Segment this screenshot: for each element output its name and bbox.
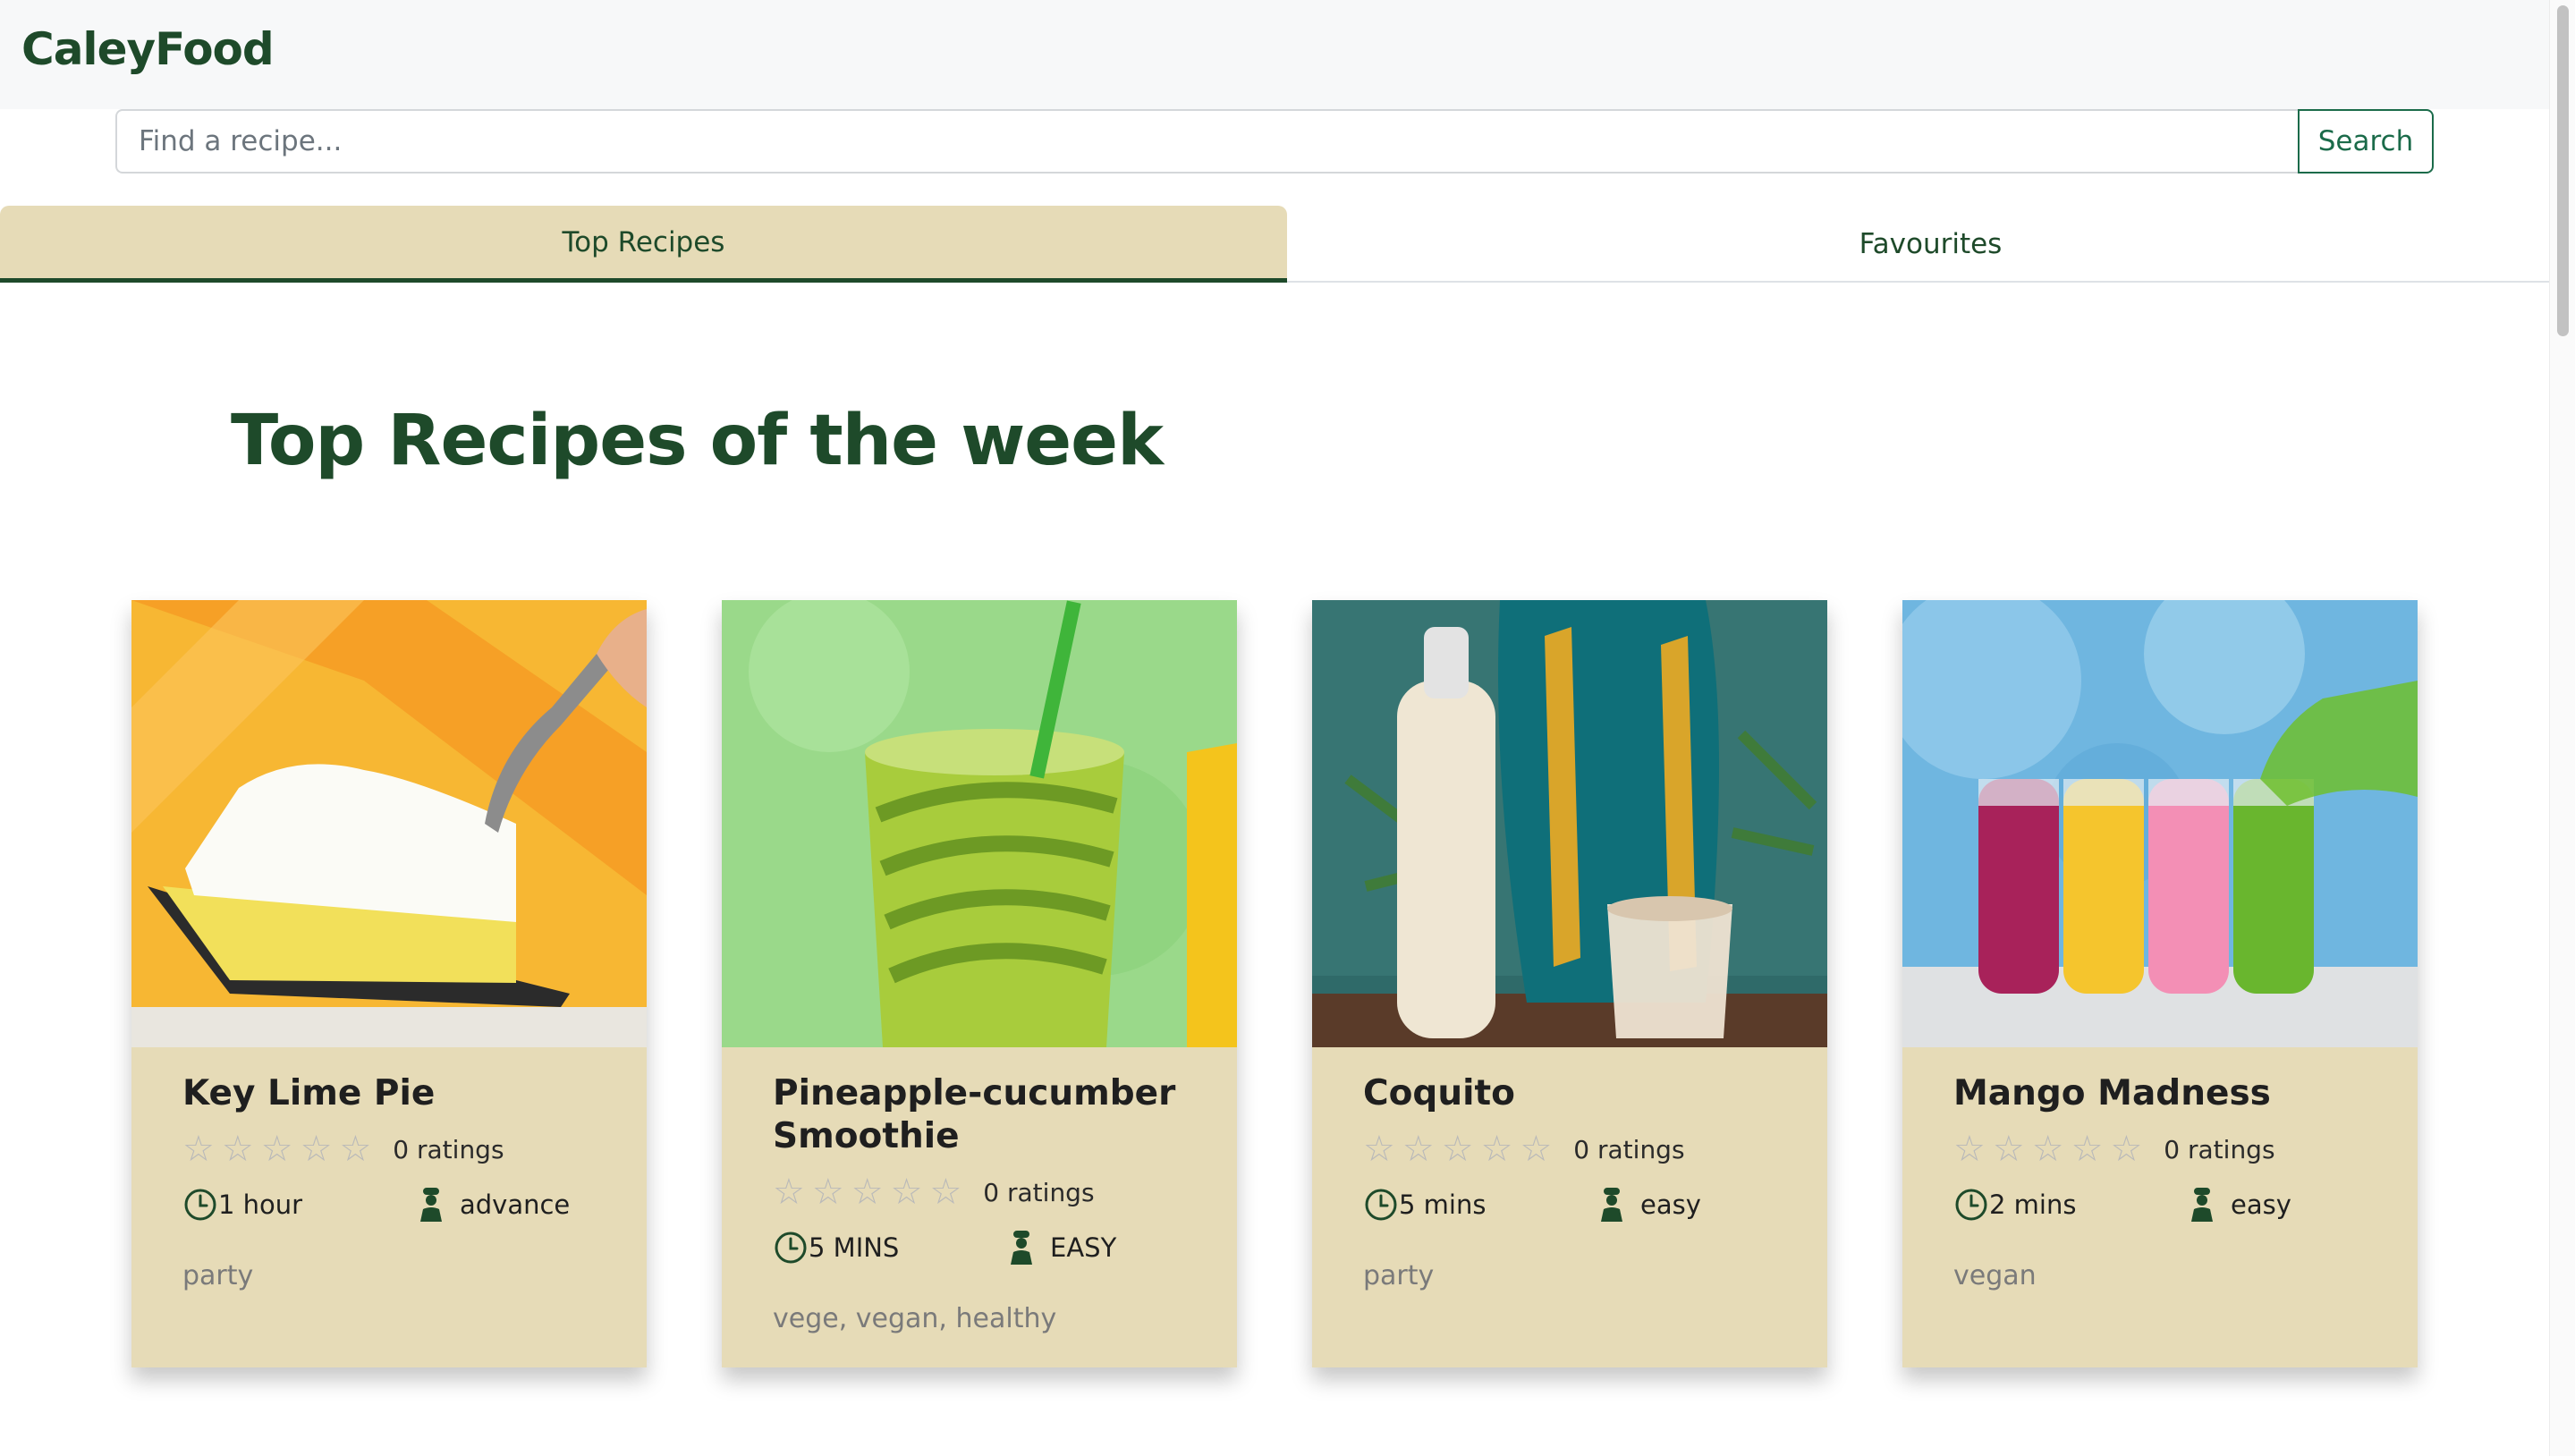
chef-icon xyxy=(1601,1188,1622,1222)
star-icon[interactable]: ☆ xyxy=(1402,1131,1435,1167)
mango-madness-photo xyxy=(1902,600,2418,1047)
rating-row: ☆ ☆ ☆ ☆ ☆ 0 ratings xyxy=(1953,1131,2401,1167)
info-row: 5 MINS EASY xyxy=(773,1228,1220,1267)
rating-row: ☆ ☆ ☆ ☆ ☆ 0 ratings xyxy=(182,1131,630,1167)
tab-top-recipes[interactable]: Top Recipes xyxy=(0,206,1287,283)
recipe-title[interactable]: Key Lime Pie xyxy=(182,1072,621,1115)
recipe-card[interactable]: Mango Madness ☆ ☆ ☆ ☆ ☆ 0 ratings 2 mins… xyxy=(1902,600,2418,1367)
search-bar: Search xyxy=(115,109,2434,177)
star-icon[interactable]: ☆ xyxy=(182,1131,215,1167)
recipe-title[interactable]: Coquito xyxy=(1363,1072,1801,1115)
star-rating[interactable]: ☆ ☆ ☆ ☆ ☆ xyxy=(773,1174,961,1210)
star-icon[interactable]: ☆ xyxy=(812,1174,844,1210)
star-icon[interactable]: ☆ xyxy=(339,1131,371,1167)
cook-time: 5 mins xyxy=(1363,1187,1596,1223)
recipe-title[interactable]: Mango Madness xyxy=(1953,1072,2392,1115)
ratings-count: 0 ratings xyxy=(393,1134,504,1164)
recipe-tags: party xyxy=(1363,1260,1435,1291)
page-scrollbar[interactable] xyxy=(2549,0,2575,1456)
chef-icon xyxy=(2191,1188,2213,1222)
star-icon[interactable]: ☆ xyxy=(1442,1131,1474,1167)
star-icon[interactable]: ☆ xyxy=(773,1174,805,1210)
coquito-photo xyxy=(1312,600,1827,1047)
recipe-meta: ☆ ☆ ☆ ☆ ☆ 0 ratings 1 hour advance party xyxy=(182,1131,630,1291)
difficulty: easy xyxy=(2186,1186,2291,1223)
chef-icon xyxy=(420,1188,442,1222)
rating-row: ☆ ☆ ☆ ☆ ☆ 0 ratings xyxy=(773,1174,1220,1210)
ratings-count: 0 ratings xyxy=(1573,1134,1685,1164)
star-icon[interactable]: ☆ xyxy=(1520,1131,1552,1167)
star-rating[interactable]: ☆ ☆ ☆ ☆ ☆ xyxy=(1953,1131,2142,1167)
cook-time-text: 5 MINS xyxy=(809,1232,900,1263)
cook-time: 5 MINS xyxy=(773,1230,1005,1266)
logo[interactable]: CaleyFood xyxy=(21,23,275,75)
recipe-card[interactable]: Coquito ☆ ☆ ☆ ☆ ☆ 0 ratings 5 mins easy … xyxy=(1312,600,1827,1367)
pineapple-cucumber-smoothie-photo xyxy=(722,600,1237,1047)
recipe-card[interactable]: Key Lime Pie ☆ ☆ ☆ ☆ ☆ 0 ratings 1 hour … xyxy=(131,600,647,1367)
star-rating[interactable]: ☆ ☆ ☆ ☆ ☆ xyxy=(1363,1131,1552,1167)
star-icon[interactable]: ☆ xyxy=(1993,1131,2025,1167)
star-icon[interactable]: ☆ xyxy=(222,1131,254,1167)
clock-icon xyxy=(1365,1189,1397,1221)
star-icon[interactable]: ☆ xyxy=(2071,1131,2104,1167)
cook-time: 2 mins xyxy=(1953,1187,2186,1223)
recipe-meta: ☆ ☆ ☆ ☆ ☆ 0 ratings 5 MINS EASY vege, ve… xyxy=(773,1174,1220,1334)
recipe-card[interactable]: Pineapple-cucumber Smoothie ☆ ☆ ☆ ☆ ☆ 0 … xyxy=(722,600,1237,1367)
star-icon[interactable]: ☆ xyxy=(1363,1131,1395,1167)
ratings-count: 0 ratings xyxy=(2164,1134,2275,1164)
star-icon[interactable]: ☆ xyxy=(2032,1131,2064,1167)
difficulty-text: easy xyxy=(2231,1189,2291,1220)
search-button[interactable]: Search xyxy=(2298,109,2434,174)
star-icon[interactable]: ☆ xyxy=(891,1174,923,1210)
difficulty: easy xyxy=(1596,1186,1701,1223)
rating-row: ☆ ☆ ☆ ☆ ☆ 0 ratings xyxy=(1363,1131,1810,1167)
star-icon[interactable]: ☆ xyxy=(851,1174,884,1210)
recipe-image[interactable] xyxy=(131,600,647,1047)
search-input[interactable] xyxy=(115,109,2298,174)
cook-time-text: 2 mins xyxy=(1989,1189,2077,1220)
navbar: CaleyFood xyxy=(0,0,2549,109)
recipe-tags: vegan xyxy=(1953,1260,2037,1291)
info-row: 2 mins easy xyxy=(1953,1185,2401,1224)
star-icon[interactable]: ☆ xyxy=(261,1131,293,1167)
clock-icon xyxy=(184,1189,216,1221)
recipe-tags: vege, vegan, healthy xyxy=(773,1303,1057,1334)
recipe-image[interactable] xyxy=(722,600,1237,1047)
key-lime-pie-photo xyxy=(131,600,647,1047)
recipe-tags: party xyxy=(182,1260,254,1291)
recipe-meta: ☆ ☆ ☆ ☆ ☆ 0 ratings 2 mins easy vegan xyxy=(1953,1131,2401,1291)
difficulty-text: advance xyxy=(460,1189,571,1220)
cook-time-text: 5 mins xyxy=(1399,1189,1487,1220)
scrollbar-thumb[interactable] xyxy=(2557,5,2569,336)
recipe-image[interactable] xyxy=(1902,600,2418,1047)
difficulty: EASY xyxy=(1005,1229,1116,1266)
section-title: Top Recipes of the week xyxy=(231,401,1164,481)
star-icon[interactable]: ☆ xyxy=(1481,1131,1513,1167)
chef-icon xyxy=(1011,1231,1032,1265)
clock-icon xyxy=(775,1232,807,1264)
tab-favourites[interactable]: Favourites xyxy=(1287,206,2574,283)
cook-time-text: 1 hour xyxy=(218,1189,303,1220)
info-row: 5 mins easy xyxy=(1363,1185,1810,1224)
tab-bar: Top Recipes Favourites xyxy=(0,206,2549,283)
difficulty-text: EASY xyxy=(1050,1232,1117,1263)
star-icon[interactable]: ☆ xyxy=(1953,1131,1986,1167)
star-icon[interactable]: ☆ xyxy=(301,1131,333,1167)
difficulty: advance xyxy=(415,1186,570,1223)
star-rating[interactable]: ☆ ☆ ☆ ☆ ☆ xyxy=(182,1131,371,1167)
recipe-title[interactable]: Pineapple-cucumber Smoothie xyxy=(773,1072,1211,1158)
difficulty-text: easy xyxy=(1640,1189,1701,1220)
recipe-image[interactable] xyxy=(1312,600,1827,1047)
cook-time: 1 hour xyxy=(182,1187,415,1223)
recipe-meta: ☆ ☆ ☆ ☆ ☆ 0 ratings 5 mins easy party xyxy=(1363,1131,1810,1291)
ratings-count: 0 ratings xyxy=(983,1177,1095,1207)
clock-icon xyxy=(1955,1189,1987,1221)
star-icon[interactable]: ☆ xyxy=(2110,1131,2142,1167)
info-row: 1 hour advance xyxy=(182,1185,630,1224)
star-icon[interactable]: ☆ xyxy=(929,1174,961,1210)
